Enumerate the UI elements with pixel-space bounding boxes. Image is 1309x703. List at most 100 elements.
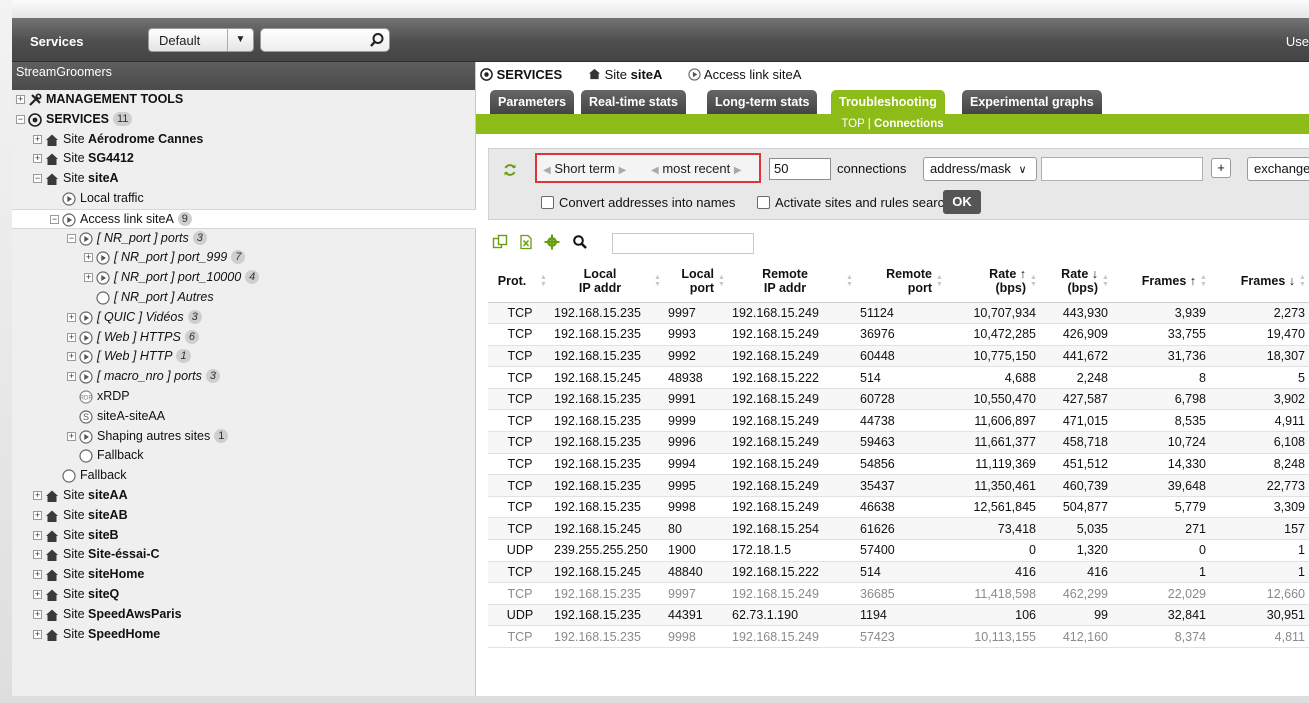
sort-icon[interactable]: ▲ ▼ — [718, 274, 725, 288]
collapse-icon[interactable]: − — [33, 174, 42, 184]
refresh-icon[interactable] — [503, 163, 517, 177]
tree-item[interactable]: Fallback — [12, 446, 476, 466]
collapse-icon[interactable]: − — [50, 214, 59, 224]
view-select[interactable]: Default ▼ — [148, 28, 254, 52]
period-term[interactable]: ◀ Short term ▶ — [543, 161, 626, 176]
chevron-down-icon[interactable]: ▼ — [227, 29, 253, 51]
sort-icon[interactable]: ▲ ▼ — [654, 274, 661, 288]
tree-item[interactable]: + [ NR_port ] port_999 7 — [12, 248, 476, 268]
chevron-right-icon[interactable]: ▶ — [619, 165, 627, 176]
tree-item[interactable]: + [ Web ] HTTPS 6 — [12, 328, 476, 348]
collapse-icon[interactable]: − — [16, 114, 25, 124]
address-mask-select[interactable]: address/mask ∨ — [923, 157, 1037, 181]
period-selector[interactable]: ◀ Short term ▶ ◀ most recent ▶ — [535, 153, 761, 183]
expand-icon[interactable]: + — [67, 372, 76, 382]
expand-icon[interactable]: + — [84, 273, 93, 283]
expand-icon[interactable]: + — [33, 490, 42, 500]
column-header[interactable]: Remote IP addr ▲ ▼ — [728, 260, 856, 303]
tree-item[interactable]: + Site siteAA — [12, 486, 476, 506]
tab-experimental-graphs[interactable]: Experimental graphs — [962, 90, 1102, 114]
table-row[interactable]: TCP 192.168.15.235 9992 192.168.15.249 60448… — [488, 345, 1309, 368]
subnav-connections[interactable]: Connections — [874, 118, 944, 130]
tree-item[interactable]: − Access link siteA 9 — [12, 208, 476, 229]
tree-item[interactable]: + [ Web ] HTTP 1 — [12, 347, 476, 367]
sort-icon[interactable]: ▲ ▼ — [540, 274, 547, 288]
tree-item[interactable]: + Site siteHome — [12, 565, 476, 585]
chevron-left-icon[interactable]: ◀ — [543, 165, 551, 176]
column-header[interactable]: Local IP addr ▲ ▼ — [550, 260, 664, 303]
tree-item[interactable]: + Site siteQ — [12, 585, 476, 605]
tree-item[interactable]: + [ QUIC ] Vidéos 3 — [12, 308, 476, 328]
tree-item[interactable]: + Site SG4412 — [12, 149, 476, 169]
subnav-top[interactable]: TOP — [841, 118, 864, 130]
table-row[interactable]: TCP 192.168.15.245 80 192.168.15.254 61626 73… — [488, 517, 1309, 541]
column-header[interactable]: Prot. ▲ ▼ — [488, 260, 550, 303]
table-row[interactable]: TCP 192.168.15.245 48938 192.168.15.222 514 4… — [488, 366, 1309, 389]
table-row[interactable]: TCP 192.168.15.235 9999 192.168.15.249 44738… — [488, 409, 1309, 433]
expand-icon[interactable]: + — [33, 629, 42, 639]
user-menu[interactable]: Use — [1286, 34, 1309, 49]
table-row[interactable]: TCP 192.168.15.235 9995 192.168.15.249 35437… — [488, 474, 1309, 497]
expand-icon[interactable]: + — [84, 253, 93, 263]
expand-icon[interactable]: + — [67, 352, 76, 362]
expand-icon[interactable]: + — [33, 134, 42, 144]
breadcrumb-services[interactable]: SERVICES — [480, 67, 562, 82]
address-filter-input[interactable] — [1041, 157, 1203, 181]
expand-icon[interactable]: + — [33, 550, 42, 560]
tree-item[interactable]: + Site siteAB — [12, 506, 476, 526]
expand-icon[interactable]: + — [33, 510, 42, 520]
expand-icon[interactable]: + — [33, 570, 42, 580]
column-header[interactable]: Rate ↓ (bps) ▲ ▼ — [1040, 260, 1112, 303]
table-row[interactable]: TCP 192.168.15.235 9991 192.168.15.249 60728… — [488, 388, 1309, 411]
sort-icon[interactable]: ▲ ▼ — [1102, 274, 1109, 288]
convert-names-checkbox[interactable] — [541, 196, 554, 209]
table-row[interactable]: UDP 239.255.255.250 1900 172.18.1.5 57400 0 1,… — [488, 539, 1309, 562]
expand-icon[interactable]: + — [33, 530, 42, 540]
table-row[interactable]: TCP 192.168.15.235 9997 192.168.15.249 36685… — [488, 582, 1309, 605]
expand-icon[interactable]: + — [33, 589, 42, 599]
gear-icon[interactable] — [544, 234, 560, 250]
search-icon[interactable] — [572, 234, 588, 250]
column-header[interactable]: Remote port ▲ ▼ — [856, 260, 946, 303]
expand-icon[interactable]: + — [16, 95, 25, 104]
tree-item[interactable]: SsiteA-siteAA — [12, 407, 476, 427]
sort-icon[interactable]: ▲ ▼ — [1299, 274, 1306, 288]
column-header[interactable]: Local port ▲ ▼ — [664, 260, 728, 303]
sort-icon[interactable]: ▲ ▼ — [1030, 274, 1037, 288]
activate-search-checkbox[interactable] — [757, 196, 770, 209]
search-icon[interactable] — [369, 32, 385, 48]
table-row[interactable]: TCP 192.168.15.235 9994 192.168.15.249 54856… — [488, 453, 1309, 476]
tree-item[interactable]: + Site Site-éssai-C — [12, 545, 476, 565]
tree-item[interactable]: + Shaping autres sites 1 — [12, 427, 476, 447]
expand-icon[interactable]: + — [33, 154, 42, 164]
table-search-input[interactable] — [612, 233, 754, 254]
copy-icon[interactable] — [492, 234, 508, 250]
tree-item[interactable]: Fallback — [12, 466, 476, 486]
table-row[interactable]: TCP 192.168.15.235 9998 192.168.15.249 57423… — [488, 625, 1309, 648]
tree-item[interactable]: − [ NR_port ] ports 3 — [12, 229, 476, 249]
chevron-right-icon[interactable]: ▶ — [734, 165, 742, 176]
tab-troubleshooting[interactable]: Troubleshooting — [831, 90, 945, 114]
tree-item[interactable]: + MANAGEMENT TOOLS — [12, 90, 476, 110]
tree-item[interactable]: + Site SpeedHome — [12, 625, 476, 645]
tab-parameters[interactable]: Parameters — [490, 90, 575, 114]
tree-item[interactable]: − Site siteA — [12, 169, 476, 189]
connections-count-input[interactable]: 50 — [769, 158, 831, 180]
ok-button[interactable]: OK — [943, 190, 981, 214]
tree-item[interactable]: + Site Aérodrome Cannes — [12, 130, 476, 150]
sort-icon[interactable]: ▲ ▼ — [846, 274, 853, 288]
global-search-input[interactable] — [260, 28, 390, 52]
breadcrumb-link[interactable]: Access link siteA — [688, 67, 801, 82]
excel-export-icon[interactable] — [518, 234, 534, 250]
expand-icon[interactable]: + — [67, 431, 76, 441]
table-row[interactable]: UDP 192.168.15.235 44391 62.73.1.190 1194 106… — [488, 604, 1309, 627]
table-row[interactable]: TCP 192.168.15.235 9998 192.168.15.249 46638… — [488, 496, 1309, 519]
tab-long-term-stats[interactable]: Long-term stats — [707, 90, 818, 114]
chevron-left-icon[interactable]: ◀ — [651, 165, 659, 176]
tree-item[interactable]: RDP xRDP — [12, 387, 476, 407]
column-header[interactable]: Frames ↓ ▲ ▼ — [1210, 260, 1309, 303]
table-row[interactable]: TCP 192.168.15.235 9996 192.168.15.249 59463… — [488, 431, 1309, 454]
expand-icon[interactable]: + — [67, 312, 76, 322]
expand-icon[interactable]: + — [67, 332, 76, 342]
collapse-icon[interactable]: − — [67, 233, 76, 243]
